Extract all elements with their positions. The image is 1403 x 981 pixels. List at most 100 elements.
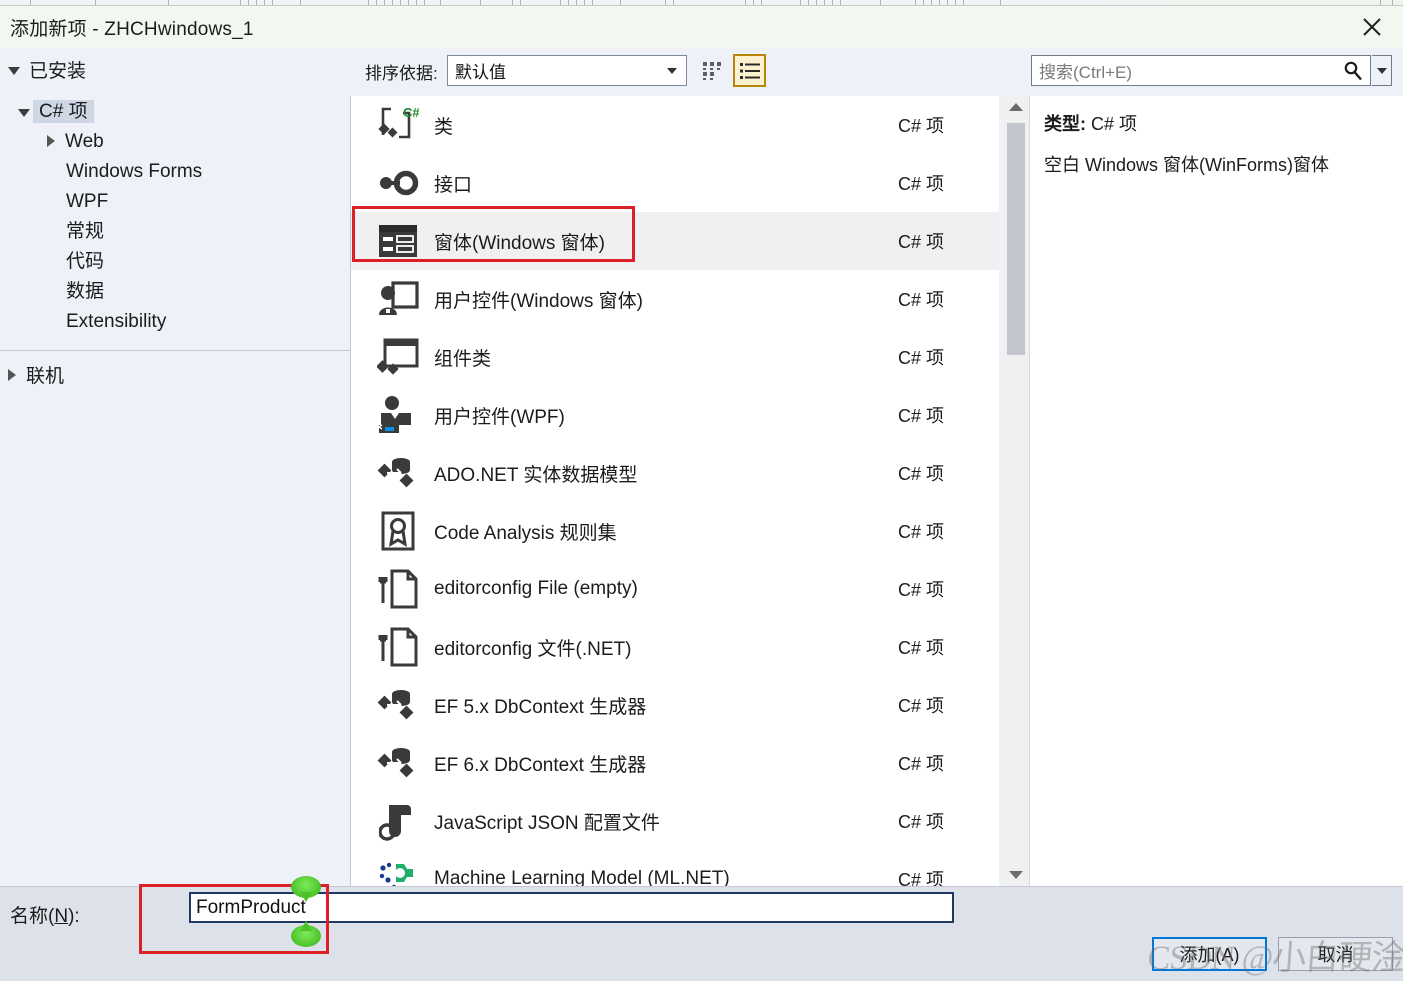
sidebar-item-extensibility[interactable]: Extensibility [0,306,351,336]
chevron-down-icon [667,68,677,74]
svg-text:C#: C# [403,105,419,120]
list-item[interactable]: Code Analysis 规则集 C# 项 [351,502,999,560]
chevron-down-icon [18,108,30,117]
sidebar-item-label: WPF [66,190,109,212]
search-dropdown-button[interactable] [1372,55,1392,86]
cancel-button[interactable]: 取消 [1278,937,1393,971]
list-item-kind: C# 项 [897,348,944,368]
list-item-name: editorconfig 文件(.NET) [434,638,632,660]
class-icon: C# [374,105,422,145]
chevron-right-icon [8,368,16,381]
list-item[interactable]: 用户控件(WPF) C# 项 [351,386,999,444]
component-class-icon [374,338,422,376]
editorconfig-icon [374,569,422,609]
list-item[interactable]: ADO.NET 实体数据模型 C# 项 [351,444,999,502]
grid-view-icon[interactable] [696,54,729,87]
details-description: 空白 Windows 窗体(WinForms)窗体 [1044,155,1330,175]
list-item-kind: C# 项 [897,464,944,484]
tree-divider [0,350,351,351]
name-input[interactable] [189,892,954,923]
windows-form-icon [374,223,422,259]
list-item-kind: C# 项 [897,580,944,600]
chevron-down-icon [1376,67,1387,74]
sidebar-item-label: 数据 [66,280,105,302]
sort-by-value: 默认值 [455,63,506,82]
search-input[interactable]: 搜索(Ctrl+E) [1031,55,1371,86]
ml-model-icon [374,860,422,886]
name-field-label: 名称(N): [10,901,80,928]
list-item[interactable]: 窗体(Windows 窗体) C# 项 [351,212,999,270]
close-icon[interactable] [1341,6,1403,48]
category-tree-panel: C# 项 Web Windows Forms WPF 常规 代码数据 Extensibil… [0,96,351,886]
ef-dbcontext-icon [374,685,422,725]
user-control-winforms-icon [374,279,422,319]
list-item-kind: C# 项 [897,638,944,658]
dialog-title: 添加新项 - ZHCHwindows_1 [10,18,254,40]
list-item-name: 窗体(Windows 窗体) [434,232,606,254]
list-item-name: Machine Learning Model (ML.NET) [434,868,730,886]
sidebar-item-online[interactable]: 联机 [8,361,64,388]
template-list: C# 类 C# 项 接口 C# 项 窗体(Windows 窗体) C# 项 用户控件(… [351,96,999,886]
sidebar-item-数据[interactable]: 数据 [0,276,351,306]
sidebar-item-label: 联机 [26,366,65,387]
list-item[interactable]: 组件类 C# 项 [351,328,999,386]
list-item-kind: C# 项 [897,406,944,426]
list-item[interactable]: EF 6.x DbContext 生成器 C# 项 [351,734,999,792]
list-item[interactable]: editorconfig File (empty) C# 项 [351,560,999,618]
search-icon[interactable] [1342,60,1364,87]
list-item-kind: C# 项 [897,174,944,194]
list-item-name: EF 5.x DbContext 生成器 [434,696,647,718]
scroll-down-icon[interactable] [1003,864,1029,886]
list-item-name: 组件类 [434,348,492,370]
sort-label: 排序依据: [365,64,438,83]
list-item-name: 接口 [434,174,473,196]
installed-label: 已安装 [29,61,87,82]
json-config-icon [374,801,422,841]
sidebar-item-web[interactable]: Web [0,126,351,156]
add-new-item-dialog: 添加新项 - ZHCHwindows_1 已安装 排序依据: 默认值 搜索(Ct… [0,0,1403,981]
title-bar: 添加新项 - ZHCHwindows_1 [0,6,1403,48]
list-item[interactable]: C# 类 C# 项 [351,96,999,154]
list-item-name: editorconfig File (empty) [434,578,638,599]
sidebar-item-代码[interactable]: 代码 [0,246,351,276]
sort-by-select[interactable]: 默认值 [447,55,687,86]
name-label-prefix: 名称( [10,906,55,927]
installed-header[interactable]: 已安装 [8,56,86,83]
list-item[interactable]: editorconfig 文件(.NET) C# 项 [351,618,999,676]
ef-dbcontext-icon [374,743,422,783]
list-item-name: JavaScript JSON 配置文件 [434,812,660,834]
sidebar-item-label: C# 项 [33,99,94,123]
list-item-kind: C# 项 [897,754,944,774]
list-item[interactable]: EF 5.x DbContext 生成器 C# 项 [351,676,999,734]
scroll-up-icon[interactable] [1003,96,1029,118]
list-item-kind: C# 项 [897,696,944,716]
sidebar-item-wpf[interactable]: WPF [0,186,351,216]
editorconfig-icon [374,627,422,667]
sidebar-item-csharp-root[interactable]: C# 项 [0,96,351,126]
code-analysis-icon [374,511,422,551]
chevron-down-icon [8,67,20,75]
list-item[interactable]: Machine Learning Model (ML.NET) C# 项 [351,850,999,886]
list-item-kind: C# 项 [897,232,944,252]
details-type-label: 类型: [1044,114,1086,134]
user-control-wpf-icon [374,395,422,435]
list-item-name: ADO.NET 实体数据模型 [434,464,638,486]
search-placeholder: 搜索(Ctrl+E) [1039,63,1133,82]
list-item-kind: C# 项 [897,116,944,136]
sidebar-item-windows-forms[interactable]: Windows Forms [0,156,351,186]
list-scrollbar[interactable] [1003,96,1029,886]
add-button[interactable]: 添加(A) [1152,937,1267,971]
chevron-right-icon [47,135,55,147]
sidebar-item-常规[interactable]: 常规 [0,216,351,246]
list-item[interactable]: 用户控件(Windows 窗体) C# 项 [351,270,999,328]
list-view-icon[interactable] [733,54,766,87]
details-panel: 类型: C# 项 空白 Windows 窗体(WinForms)窗体 [1030,96,1403,886]
details-type-line: 类型: C# 项 [1044,110,1403,136]
name-label-suffix: ): [68,906,80,927]
list-item[interactable]: 接口 C# 项 [351,154,999,212]
interface-icon [374,163,422,203]
sidebar-item-label: Web [65,130,104,152]
scrollbar-thumb[interactable] [1007,123,1025,355]
list-item[interactable]: JavaScript JSON 配置文件 C# 项 [351,792,999,850]
name-label-accesskey: N [54,906,69,927]
